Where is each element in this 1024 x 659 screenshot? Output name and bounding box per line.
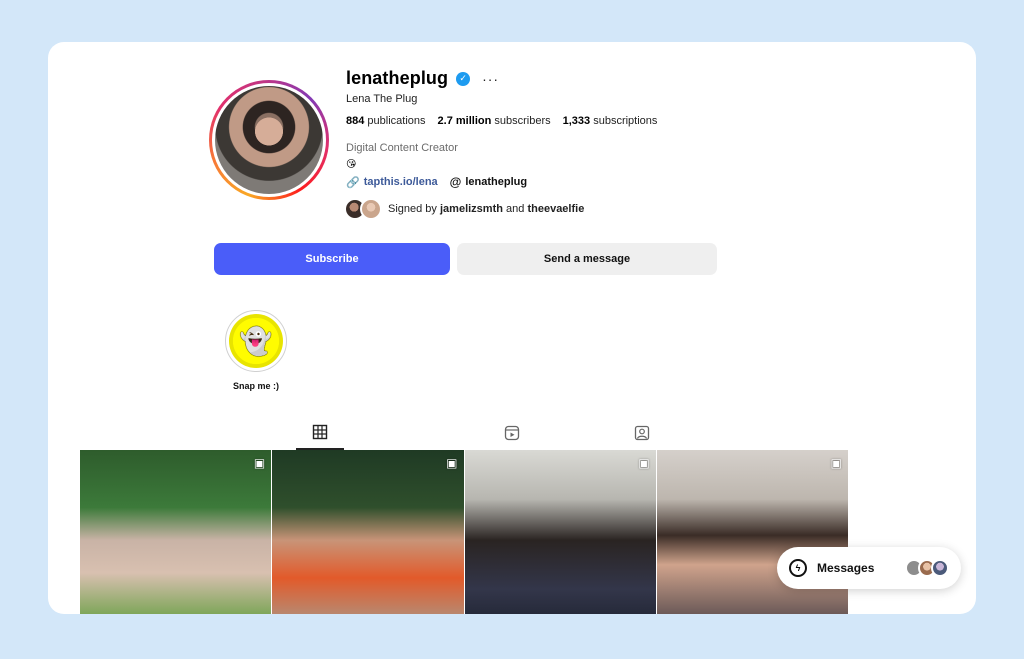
publications-count: 884: [346, 115, 365, 127]
subscriptions-count: 1,333: [562, 115, 591, 127]
tagged-icon: [634, 425, 650, 441]
follower-avatar[interactable]: [360, 198, 382, 220]
contact-avatar: [931, 559, 949, 577]
highlight-cover: 👻: [229, 314, 283, 368]
post-thumbnail[interactable]: ▣: [272, 450, 464, 614]
display-name: Lena The Plug: [346, 93, 418, 105]
signed-by-text: Signed by jamelizsmth and theevaelfie: [388, 203, 584, 215]
post-thumbnail[interactable]: ▣: [656, 450, 848, 614]
threads-handle: lenatheplug: [465, 176, 528, 188]
signed-prefix: Signed by: [388, 203, 437, 215]
signed-user-1[interactable]: jamelizsmth: [440, 203, 503, 215]
subscriptions-stat[interactable]: 1,333 subscriptions: [563, 115, 658, 127]
grid-icon: [312, 424, 328, 440]
subscribers-label: subscribers: [494, 115, 551, 127]
post-thumbnail[interactable]: ▣: [80, 450, 272, 614]
reel-icon: ▣: [446, 456, 458, 470]
messages-avatars: [905, 559, 949, 577]
profile-links: 🔗 tapthis.io/lena @ lenatheplug: [346, 175, 527, 189]
reel-icon: ▣: [638, 456, 650, 470]
messages-label: Messages: [817, 561, 875, 575]
link-icon: 🔗: [346, 176, 360, 189]
external-link[interactable]: 🔗 tapthis.io/lena: [346, 175, 438, 189]
bio-emoji: 😘: [346, 159, 357, 170]
publications-stat: 884 publications: [346, 115, 426, 127]
subscriptions-label: subscriptions: [593, 115, 658, 127]
threads-icon: @: [449, 175, 462, 189]
tab-tagged[interactable]: [618, 416, 666, 450]
external-link-text: tapthis.io/lena: [363, 176, 438, 188]
subscribe-button[interactable]: Subscribe: [214, 243, 450, 275]
avatar-border: [212, 83, 326, 197]
username: lenatheplug: [346, 68, 449, 88]
username-row: lenatheplug ✓ ···: [346, 68, 499, 89]
story-highlight[interactable]: 👻 Snap me :): [224, 310, 288, 391]
post-thumbnail[interactable]: ▣: [464, 450, 656, 614]
threads-link[interactable]: @ lenatheplug: [450, 175, 527, 189]
posts-grid: ▣ ▣ ▣ ▣: [80, 450, 848, 614]
tab-posts[interactable]: [296, 416, 344, 450]
signed-user-2[interactable]: theevaelfie: [527, 203, 584, 215]
subscribers-stat[interactable]: 2.7 million subscribers: [438, 115, 551, 127]
send-message-button[interactable]: Send a message: [457, 243, 717, 275]
profile-tabs: [80, 416, 848, 450]
reels-icon: [504, 425, 520, 441]
signed-by: Signed by jamelizsmth and theevaelfie: [344, 198, 584, 220]
verified-badge-icon: ✓: [456, 71, 471, 86]
highlight-label: Snap me :): [232, 381, 279, 391]
highlight-ring: 👻: [225, 310, 287, 372]
publications-label: publications: [367, 115, 426, 127]
tab-reels[interactable]: [488, 416, 536, 450]
more-options-icon[interactable]: ···: [482, 71, 499, 87]
profile-card: lenatheplug ✓ ··· Lena The Plug 884 publ…: [48, 42, 976, 614]
subscribers-count: 2.7 million: [437, 115, 492, 127]
signed-and: and: [506, 203, 525, 215]
reel-icon: ▣: [830, 456, 842, 470]
bio-category: Digital Content Creator: [346, 142, 458, 154]
profile-stats: 884 publications 2.7 million subscribers…: [346, 115, 657, 127]
snapchat-ghost-icon: 👻: [239, 326, 273, 356]
profile-avatar[interactable]: [209, 80, 329, 200]
messenger-icon: ϟ: [789, 559, 807, 577]
messages-dock[interactable]: ϟ Messages: [777, 547, 961, 589]
reel-icon: ▣: [253, 456, 266, 470]
avatar-photo: [215, 86, 323, 194]
